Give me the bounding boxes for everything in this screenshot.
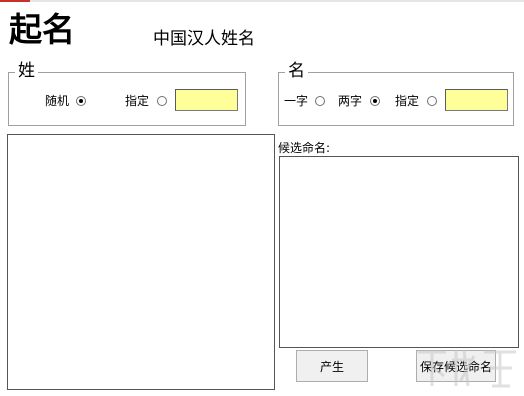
candidates-label: 候选命名:	[278, 141, 331, 155]
one-char-label[interactable]: 一字	[284, 94, 308, 108]
generate-button[interactable]: 产生	[296, 350, 368, 382]
app-subtitle: 中国汉人姓名	[153, 29, 255, 49]
app-title: 起名	[9, 10, 75, 49]
given-name-group-legend: 名	[285, 61, 308, 81]
surname-specify-radio[interactable]	[157, 96, 167, 106]
given-specify-label[interactable]: 指定	[395, 94, 419, 108]
surname-groupbox: 姓 随机 指定	[8, 61, 246, 126]
surname-specify-label[interactable]: 指定	[125, 94, 149, 108]
candidates-list[interactable]	[279, 156, 519, 348]
given-specify-radio[interactable]	[427, 96, 437, 106]
one-char-radio[interactable]	[315, 96, 325, 106]
surname-specify-input[interactable]	[175, 89, 238, 111]
given-specify-input[interactable]	[445, 89, 508, 111]
watermark-icon	[418, 349, 516, 388]
window-accent	[0, 0, 30, 2]
surname-random-radio[interactable]	[76, 96, 86, 106]
surname-group-legend: 姓	[15, 61, 38, 81]
window-top-border	[0, 0, 524, 2]
two-char-radio[interactable]	[370, 96, 380, 106]
surname-random-label[interactable]: 随机	[45, 94, 69, 108]
given-name-groupbox: 名 一字 两字 指定	[278, 61, 514, 126]
two-char-label[interactable]: 两字	[338, 94, 362, 108]
results-list[interactable]	[7, 134, 275, 390]
